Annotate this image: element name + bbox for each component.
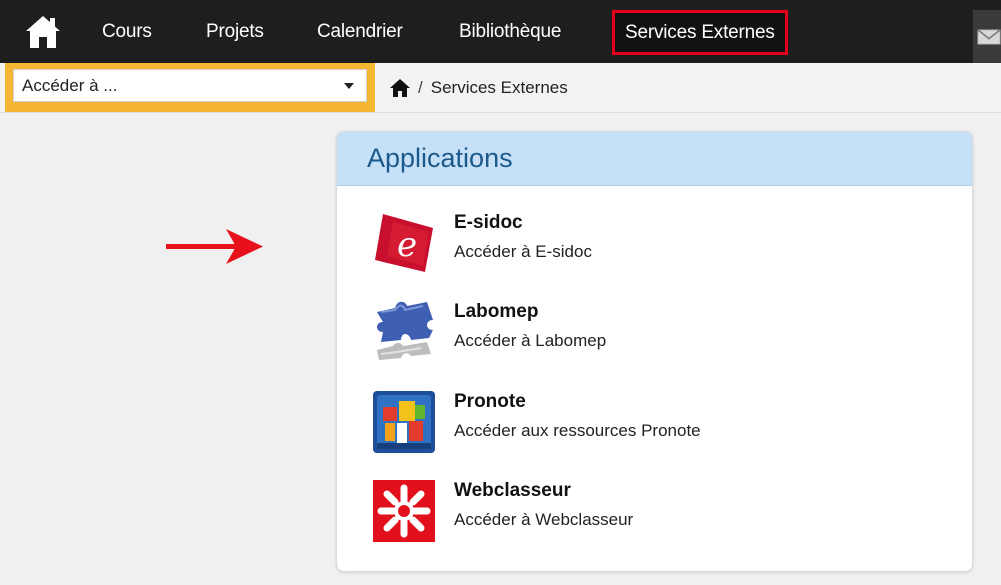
mail-button[interactable]	[973, 10, 1001, 63]
nav-item-cours[interactable]: Cours	[102, 0, 152, 63]
app-webclasseur[interactable]: Webclasseur Accéder à Webclasseur	[337, 478, 972, 558]
nav-item-bibliotheque[interactable]: Bibliothèque	[459, 0, 561, 63]
breadcrumb-separator: /	[418, 78, 423, 97]
app-labomep[interactable]: Labomep Accéder à Labomep	[337, 299, 972, 379]
nav-item-services-externes[interactable]: Services Externes	[612, 10, 788, 55]
esidoc-icon: e	[375, 214, 433, 272]
panel-title: Applications	[337, 132, 972, 186]
red-arrow-icon	[166, 229, 263, 264]
applications-panel: Applications e E-sidoc Accéder à E-sidoc…	[336, 131, 973, 572]
app-name[interactable]: Pronote	[454, 391, 526, 413]
goto-dropdown-label: Accéder à ...	[22, 75, 118, 95]
goto-dropdown-container: Accéder à ...	[5, 63, 375, 112]
pronote-icon	[373, 391, 435, 453]
app-description: Accéder à E-sidoc	[454, 242, 592, 261]
top-navigation-bar: Cours Projets Calendrier Bibliothèque Se…	[0, 0, 1001, 63]
app-description: Accéder aux ressources Pronote	[454, 421, 701, 440]
mail-icon	[977, 28, 1001, 45]
app-description: Accéder à Labomep	[454, 331, 607, 350]
goto-dropdown[interactable]: Accéder à ...	[13, 69, 367, 102]
app-name[interactable]: Webclasseur	[454, 480, 571, 502]
home-icon[interactable]	[390, 79, 410, 97]
breadcrumb-current: Services Externes	[430, 78, 568, 97]
app-esidoc[interactable]: e E-sidoc Accéder à E-sidoc	[337, 210, 972, 290]
app-name[interactable]: Labomep	[454, 301, 538, 323]
app-name[interactable]: E-sidoc	[454, 212, 523, 234]
breadcrumb: / Services Externes	[390, 63, 568, 113]
app-description: Accéder à Webclasseur	[454, 510, 634, 529]
svg-text:e: e	[397, 225, 417, 265]
webclasseur-icon	[373, 480, 435, 542]
app-pronote[interactable]: Pronote Accéder aux ressources Pronote	[337, 389, 972, 469]
labomep-puzzle-icon	[377, 301, 433, 360]
caret-down-icon	[344, 82, 354, 89]
nav-item-calendrier[interactable]: Calendrier	[317, 0, 403, 63]
home-button[interactable]	[22, 12, 64, 52]
nav-item-projets[interactable]: Projets	[206, 0, 264, 63]
home-icon	[26, 16, 60, 48]
